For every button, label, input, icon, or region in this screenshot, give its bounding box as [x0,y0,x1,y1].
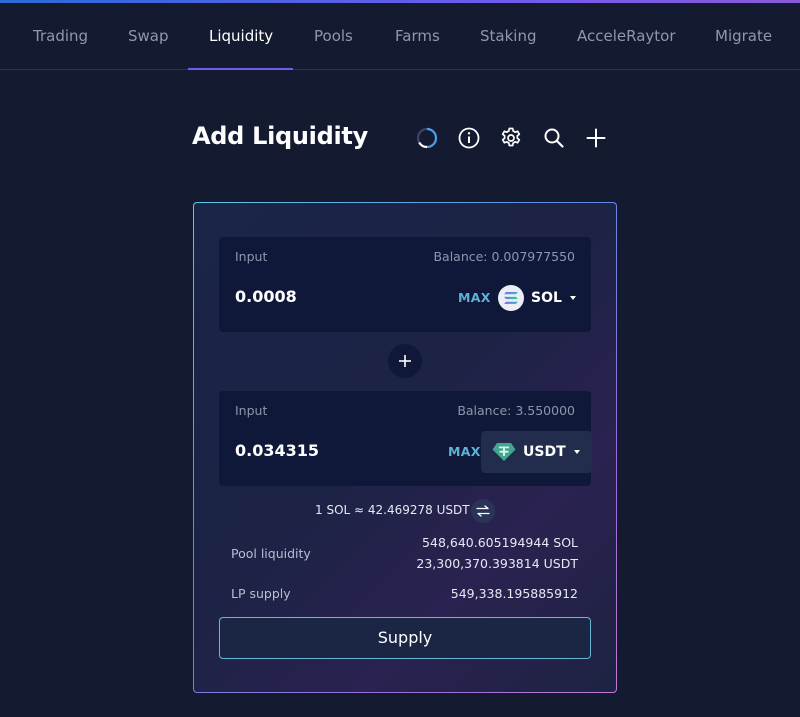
nav-item-liquidity[interactable]: Liquidity [209,3,273,70]
swap-direction-icon[interactable] [471,499,495,523]
nav-item-pools[interactable]: Pools [314,3,353,70]
nav-item-trading[interactable]: Trading [33,3,88,70]
nav-item-swap[interactable]: Swap [128,3,169,70]
active-tab-indicator [188,68,293,70]
token-symbol: USDT [523,444,566,460]
token-symbol: SOL [531,290,562,306]
lp-supply-value: 549,338.195885912 [450,586,578,601]
chevron-down-icon [573,450,580,454]
input-panel-sol: Input Balance: 0.007977550 0.0008 MAX SO… [219,237,591,332]
exchange-rate: 1 SOL ≈ 42.469278 USDT [315,503,470,517]
max-button[interactable]: MAX [458,290,491,305]
sol-icon [498,285,524,311]
page-title: Add Liquidity [192,122,368,150]
token-selector-sol[interactable]: SOL [498,284,576,312]
search-icon[interactable] [542,126,566,150]
settings-gear-icon[interactable] [499,126,523,150]
usdt-icon [492,440,516,464]
chevron-down-icon [569,296,576,300]
supply-button[interactable]: Supply [219,617,591,659]
max-button[interactable]: MAX [448,444,481,459]
amount-input-sol[interactable]: 0.0008 [235,287,297,306]
nav-item-acceleraytor[interactable]: AcceleRaytor [577,3,676,70]
pool-liquidity-label: Pool liquidity [231,546,311,561]
plus-icon[interactable] [584,126,608,150]
lp-supply-label: LP supply [231,586,291,601]
info-icon[interactable] [457,126,481,150]
nav-item-staking[interactable]: Staking [480,3,536,70]
input-label: Input [235,403,268,418]
pool-liquidity-sol: 548,640.605194944 SOL [422,535,578,550]
input-label: Input [235,249,268,264]
token-selector-usdt[interactable]: USDT [481,431,592,473]
add-pair-plus-icon [388,344,422,378]
top-navigation: Trading Swap Liquidity Pools Farms Staki… [0,3,800,70]
amount-input-usdt[interactable]: 0.034315 [235,441,319,460]
balance-text: Balance: 3.550000 [457,403,575,418]
refresh-progress-icon[interactable] [415,126,439,150]
pool-liquidity-usdt: 23,300,370.393814 USDT [416,556,578,571]
nav-item-migrate[interactable]: Migrate [715,3,772,70]
nav-item-farms[interactable]: Farms [395,3,440,70]
input-panel-usdt: Input Balance: 3.550000 0.034315 MAX USD… [219,391,592,486]
balance-text: Balance: 0.007977550 [433,249,575,264]
